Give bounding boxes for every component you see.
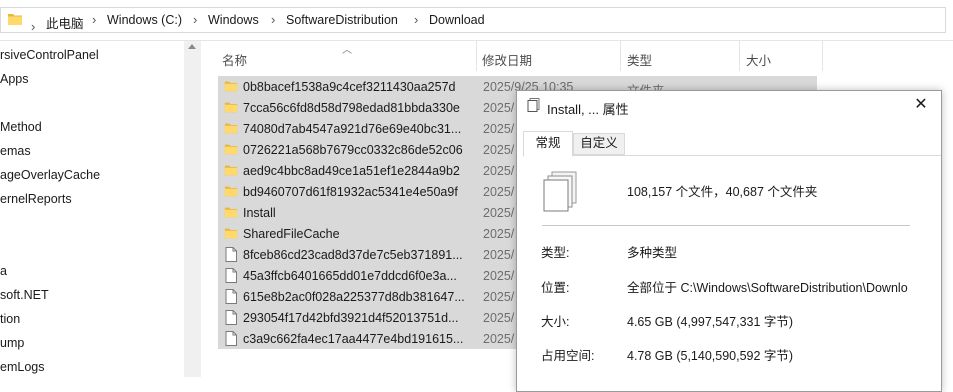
address-bar-area: › 此电脑 › Windows (C:) › Windows › Softwar… [0,0,953,41]
breadcrumb-softwaredistribution[interactable]: SoftwareDistribution [286,13,398,27]
scroll-up-arrow-icon[interactable] [188,44,196,49]
column-header: ︿ 名称 修改日期 类型 大小 [202,41,953,71]
nav-item[interactable]: ump [0,336,24,350]
property-value-location: 全部位于 C:\Windows\SoftwareDistribution\Dow… [627,281,908,295]
folder-icon [8,14,22,25]
property-label: 大小: [541,315,570,329]
nav-item[interactable]: soft.NET [0,288,49,302]
file-name[interactable]: 7cca56c6fd8d58d798edad81bbda330e [243,101,470,115]
column-divider[interactable] [476,41,477,71]
file-name[interactable]: aed9c4bbc8ad49ce1a51ef1e2844a9b2 [243,164,470,178]
breadcrumb-download[interactable]: Download [429,13,485,27]
file-name[interactable]: 74080d7ab4547a921d76e69e40bc31... [243,122,470,136]
file-icon [224,247,238,265]
folder-icon [224,79,238,96]
folder-icon [224,205,238,222]
sort-ascending-icon: ︿ [342,45,352,56]
address-bar[interactable]: › 此电脑 › Windows (C:) › Windows › Softwar… [0,7,946,34]
folder-icon [224,226,238,243]
file-name[interactable]: 615e8b2ac0f028a225377d8db381647... [243,290,470,304]
folder-icon [224,121,238,138]
file-name[interactable]: c3a9c662fa4ec17aa4477e4bd191615... [243,332,470,346]
file-icon [224,310,238,328]
column-divider[interactable] [620,41,621,71]
property-label: 占用空间: [541,349,595,363]
file-icon [224,268,238,286]
file-modified-date: 2025/ [483,143,515,157]
column-header-name[interactable]: 名称 [222,50,247,69]
nav-item[interactable]: emas [0,144,31,158]
file-modified-date: 2025/ [483,290,515,304]
properties-dialog: Install, ... 属性 ✕ 常规 自定义 108,157 个文件，40,… [516,90,942,392]
breadcrumb-separator[interactable]: › [193,12,197,27]
column-header-type[interactable]: 类型 [627,50,652,69]
nav-item[interactable]: Apps [0,72,29,86]
close-icon[interactable]: ✕ [907,93,935,117]
divider [542,225,910,226]
file-name[interactable]: bd9460707d61f81932ac5341e4e50a9f [243,185,470,199]
file-modified-date: 2025/ [483,248,515,262]
file-name[interactable]: 0b8bacef1538a9c4cef3211430aa257d [243,80,470,94]
file-icon [224,331,238,349]
multiple-files-icon [527,98,540,112]
nav-item[interactable]: ernelReports [0,192,72,206]
property-label: 位置: [541,281,570,295]
nav-item[interactable]: rsiveControlPanel [0,48,99,62]
breadcrumb-windows[interactable]: Windows [208,13,259,27]
nav-item[interactable]: Method [0,120,42,134]
file-name[interactable]: Install [243,206,470,220]
navigation-pane: rsiveControlPanel Apps Method emas ageOv… [0,41,201,377]
folder-icon [224,163,238,180]
breadcrumb-separator[interactable]: › [31,19,35,34]
file-modified-date: 2025/ [483,206,515,220]
nav-item[interactable]: ageOverlayCache [0,168,100,182]
dialog-tab-bar: 常规 自定义 [523,131,941,157]
column-header-date[interactable]: 修改日期 [482,50,532,69]
file-name[interactable]: SharedFileCache [243,227,470,241]
nav-scrollbar[interactable] [184,41,201,377]
breadcrumb-this-pc[interactable]: 此电脑 [46,13,84,32]
nav-item[interactable]: emLogs [0,360,44,374]
file-icon [224,289,238,307]
file-name[interactable]: 0726221a568b7679cc0332c86de52c06 [243,143,470,157]
breadcrumb-separator[interactable]: › [92,12,96,27]
column-divider[interactable] [739,41,740,71]
tab-customize[interactable]: 自定义 [573,133,625,155]
breadcrumb-separator[interactable]: › [271,12,275,27]
breadcrumb-separator[interactable]: › [414,12,418,27]
folder-icon [224,142,238,159]
nav-item[interactable]: tion [0,312,20,326]
file-name[interactable]: 45a3ffcb6401665dd01e7ddcd6f0e3a... [243,269,470,283]
property-value-type: 多种类型 [627,246,678,260]
file-name[interactable]: 8fceb86cd23cad8d37de7c5eb371891... [243,248,470,262]
file-modified-date: 2025/ [483,122,515,136]
tab-general[interactable]: 常规 [523,131,573,157]
file-name[interactable]: 293054f17d42bfd3921d4f52013751d... [243,311,470,325]
file-modified-date: 2025/ [483,101,515,115]
file-modified-date: 2025/ [483,311,515,325]
property-value-size: 4.65 GB (4,997,547,331 字节) [627,315,794,329]
file-modified-date: 2025/ [483,164,515,178]
property-value-size-on-disk: 4.78 GB (5,140,590,592 字节) [627,349,794,363]
property-label: 类型: [541,246,570,260]
column-header-size[interactable]: 大小 [746,50,771,69]
folder-icon [224,184,238,201]
file-modified-date: 2025/ [483,269,515,283]
column-divider[interactable] [822,41,823,71]
selection-summary: 108,157 个文件，40,687 个文件夹 [627,185,818,199]
dialog-title: Install, ... 属性 [547,102,629,117]
file-modified-date: 2025/ [483,227,515,241]
nav-item[interactable]: a [0,264,7,278]
file-modified-date: 2025/ [483,332,515,346]
breadcrumb-c-drive[interactable]: Windows (C:) [107,13,182,27]
multiple-files-large-icon [543,171,577,212]
folder-icon [224,100,238,117]
file-modified-date: 2025/ [483,185,515,199]
